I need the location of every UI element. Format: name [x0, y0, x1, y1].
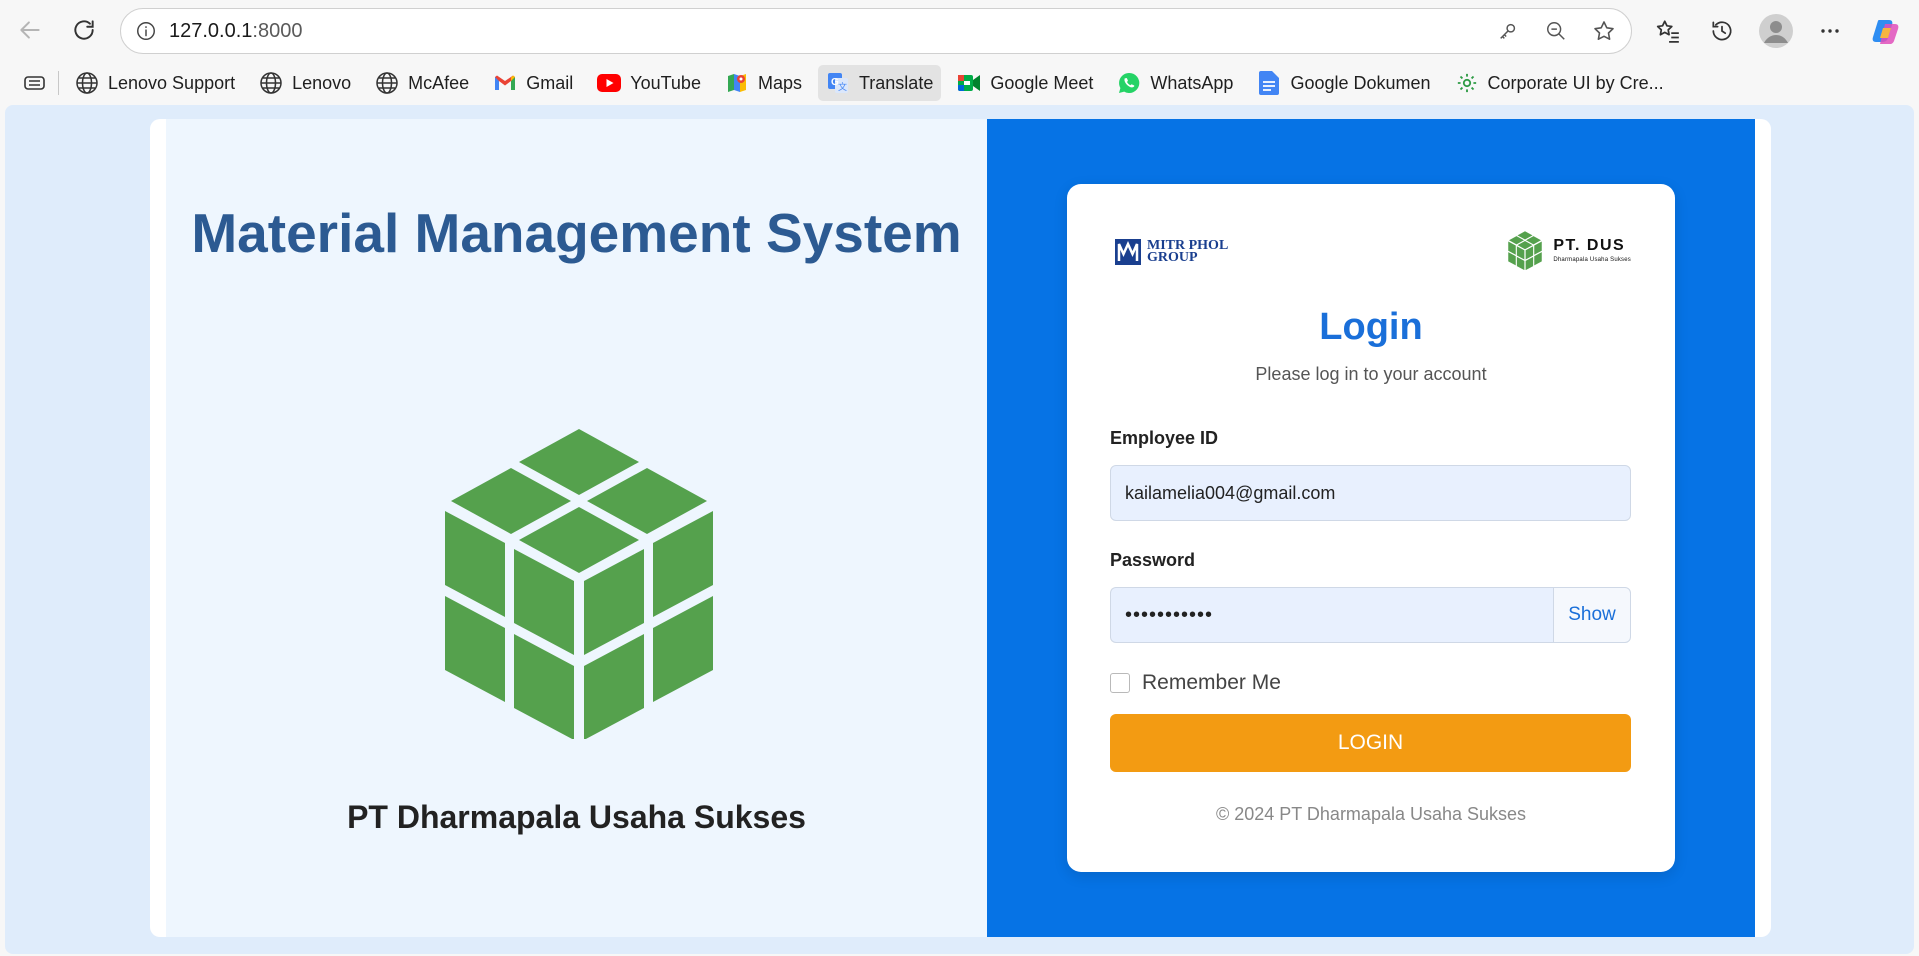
gear-icon — [1455, 71, 1479, 95]
translate-icon: G文 — [826, 71, 850, 95]
pt-dus-logo: PT. DUS Dharmapala Usaha Sukses — [1504, 230, 1631, 270]
globe-icon — [259, 71, 283, 95]
bookmark-lenovo[interactable]: Lenovo — [251, 65, 359, 101]
address-bar[interactable]: 127.0.0.1:8000 — [120, 8, 1632, 54]
login-button[interactable]: LOGIN — [1110, 714, 1631, 772]
employee-id-input[interactable]: kailamelia004@gmail.com — [1110, 465, 1631, 521]
bookmark-label: Google Dokumen — [1290, 72, 1431, 93]
reload-button[interactable] — [66, 12, 102, 48]
tab-actions-icon[interactable] — [16, 65, 54, 101]
more-options-icon[interactable] — [1811, 12, 1849, 50]
bookmark-label: WhatsApp — [1150, 72, 1234, 93]
dus-logo-sub: Dharmapala Usaha Sukses — [1553, 256, 1631, 263]
bookmark-whatsapp[interactable]: WhatsApp — [1109, 65, 1241, 101]
svg-text:文: 文 — [838, 81, 847, 92]
favorite-star-icon[interactable] — [1591, 18, 1617, 44]
mitr-phol-icon — [1115, 239, 1141, 265]
bookmark-google-meet[interactable]: Google Meet — [949, 65, 1101, 101]
back-button[interactable] — [12, 12, 48, 48]
show-password-button[interactable]: Show — [1553, 587, 1631, 643]
mitr-phol-logo: MITR PHOL GROUP — [1115, 236, 1239, 268]
bookmark-label: Translate — [858, 72, 934, 93]
right-login-panel: MITR PHOL GROUP PT. DUS Dharmapala Usaha… — [987, 119, 1755, 937]
bookmark-youtube[interactable]: YouTube — [589, 65, 709, 101]
employee-id-label: Employee ID — [1110, 428, 1219, 448]
bookmarks-bar: Lenovo Support Lenovo McAfee Gmail YouTu… — [0, 62, 1919, 104]
dus-logo-main: PT. DUS — [1553, 236, 1626, 254]
zoom-out-icon[interactable] — [1543, 18, 1569, 44]
page-viewport: Material Management System PT Dharmapala… — [5, 105, 1914, 954]
url-host: 127.0.0.1 — [169, 19, 253, 42]
bookmark-google-dokumen[interactable]: Google Dokumen — [1249, 65, 1438, 101]
browser-toolbar: 127.0.0.1:8000 — [0, 0, 1919, 62]
bookmark-translate[interactable]: G文 Translate — [817, 65, 942, 101]
url-port: :8000 — [252, 19, 303, 42]
copilot-icon[interactable] — [1867, 12, 1905, 50]
whatsapp-icon — [1117, 71, 1141, 95]
cube-logo-small-icon — [1508, 231, 1543, 270]
remember-me[interactable]: Remember Me — [1110, 671, 1281, 695]
bookmark-label: Lenovo Support — [108, 72, 236, 93]
bookmark-label: Lenovo — [292, 72, 352, 93]
login-card: MITR PHOL GROUP PT. DUS Dharmapala Usaha… — [1067, 184, 1675, 872]
profile-avatar-icon[interactable] — [1757, 12, 1795, 50]
meet-icon — [957, 71, 981, 95]
copyright-text: © 2024 PT Dharmapala Usaha Sukses — [1215, 804, 1527, 824]
bookmark-label: Maps — [757, 72, 802, 93]
page-title: Material Management System — [191, 202, 962, 264]
bookmark-gmail[interactable]: Gmail — [485, 65, 581, 101]
password-input[interactable]: ••••••••••• — [1110, 587, 1553, 643]
login-container: Material Management System PT Dharmapala… — [150, 119, 1771, 937]
globe-icon — [375, 71, 399, 95]
password-field-group: ••••••••••• Show — [1110, 587, 1631, 643]
login-title: Login — [1319, 306, 1423, 348]
bookmark-maps[interactable]: Maps — [717, 65, 810, 101]
bookmark-separator — [58, 71, 59, 95]
reload-icon — [74, 20, 94, 40]
bookmark-label: Gmail — [526, 72, 574, 93]
bookmark-label: Corporate UI by Cre... — [1487, 72, 1664, 93]
globe-icon — [75, 71, 99, 95]
bookmark-label: McAfee — [408, 72, 470, 93]
left-branding-panel: Material Management System PT Dharmapala… — [166, 119, 987, 937]
bookmark-lenovo-support[interactable]: Lenovo Support — [67, 65, 243, 101]
gmail-icon — [493, 71, 517, 95]
bookmark-corporate-ui[interactable]: Corporate UI by Cre... — [1447, 65, 1672, 101]
maps-icon — [725, 71, 749, 95]
docs-icon — [1257, 71, 1281, 95]
mitr-logo-line2: GROUP — [1147, 250, 1198, 265]
cube-logo-icon — [445, 429, 713, 739]
site-info-icon[interactable] — [133, 18, 159, 44]
youtube-icon — [597, 71, 622, 95]
bookmark-label: Google Meet — [990, 72, 1094, 93]
arrow-left-icon — [20, 21, 40, 39]
login-subtitle: Please log in to your account — [1255, 364, 1487, 384]
company-name: PT Dharmapala Usaha Sukses — [347, 799, 806, 835]
history-icon[interactable] — [1703, 12, 1741, 50]
bookmark-mcafee[interactable]: McAfee — [367, 65, 477, 101]
favorites-icon[interactable] — [1649, 12, 1687, 50]
bookmark-label: YouTube — [630, 72, 701, 93]
url-text[interactable]: 127.0.0.1:8000 — [169, 20, 302, 43]
password-label: Password — [1110, 550, 1196, 570]
password-key-icon[interactable] — [1495, 18, 1521, 44]
remember-me-checkbox[interactable] — [1110, 673, 1130, 693]
remember-me-label: Remember Me — [1142, 671, 1281, 694]
